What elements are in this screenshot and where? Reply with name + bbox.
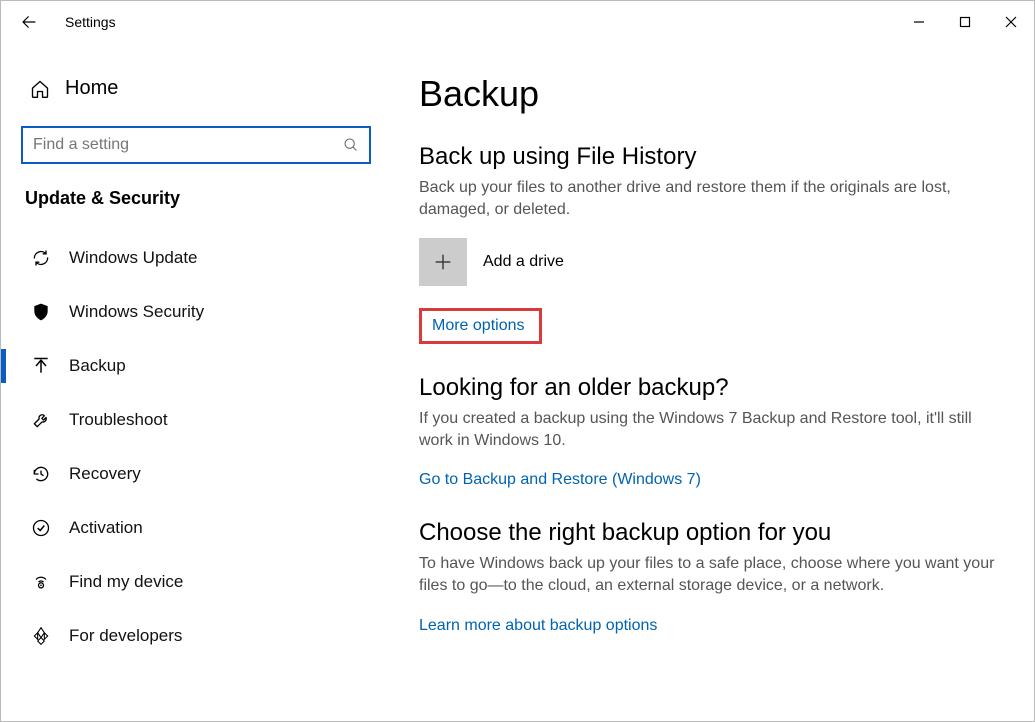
location-icon [27, 572, 55, 592]
minimize-button[interactable] [896, 1, 942, 43]
search-icon [343, 137, 359, 153]
sidebar-nav: Windows Update Windows Security Backup [21, 231, 371, 663]
sidebar-item-backup[interactable]: Backup [21, 339, 371, 393]
sidebar-item-windows-security[interactable]: Windows Security [21, 285, 371, 339]
sidebar-group-title: Update & Security [21, 188, 371, 209]
maximize-icon [959, 16, 971, 28]
learn-more-backup-link[interactable]: Learn more about backup options [419, 617, 657, 635]
sidebar-item-label: Find my device [69, 572, 183, 592]
section-title-choose-option: Choose the right backup option for you [419, 519, 998, 547]
sidebar-item-activation[interactable]: Activation [21, 501, 371, 555]
section-desc-older-backup: If you created a backup using the Window… [419, 408, 998, 451]
section-desc-choose-option: To have Windows back up your files to a … [419, 553, 998, 596]
sidebar-item-find-my-device[interactable]: Find my device [21, 555, 371, 609]
shield-icon [27, 302, 55, 322]
wrench-icon [27, 410, 55, 430]
home-icon [27, 79, 53, 99]
more-options-highlight: More options [419, 308, 542, 344]
add-drive-button[interactable]: Add a drive [419, 238, 998, 286]
sync-icon [27, 248, 55, 268]
main-panel: Backup Back up using File History Back u… [391, 43, 1034, 721]
history-icon [27, 464, 55, 484]
check-circle-icon [27, 518, 55, 538]
home-label: Home [65, 77, 118, 100]
sidebar-item-label: Troubleshoot [69, 410, 168, 430]
home-button[interactable]: Home [21, 69, 371, 108]
section-desc-file-history: Back up your files to another drive and … [419, 177, 998, 220]
sidebar-item-label: Activation [69, 518, 143, 538]
sidebar-item-label: Windows Update [69, 248, 198, 268]
sidebar-item-label: For developers [69, 626, 182, 646]
sidebar-item-label: Recovery [69, 464, 141, 484]
search-box[interactable] [21, 126, 371, 164]
close-icon [1005, 16, 1017, 28]
sidebar: Home Update & Security Windows Update [1, 43, 391, 721]
sidebar-item-label: Windows Security [69, 302, 204, 322]
backup-restore-win7-link[interactable]: Go to Backup and Restore (Windows 7) [419, 471, 701, 489]
settings-window: Settings Home [0, 0, 1035, 722]
add-drive-label: Add a drive [483, 253, 564, 271]
page-title: Backup [419, 73, 998, 115]
window-title: Settings [65, 14, 116, 30]
plus-icon [419, 238, 467, 286]
backup-icon [27, 356, 55, 376]
developers-icon [27, 626, 55, 646]
section-title-file-history: Back up using File History [419, 143, 998, 171]
more-options-link[interactable]: More options [432, 317, 525, 335]
sidebar-item-troubleshoot[interactable]: Troubleshoot [21, 393, 371, 447]
sidebar-item-label: Backup [69, 356, 126, 376]
titlebar: Settings [1, 1, 1034, 43]
section-title-older-backup: Looking for an older backup? [419, 374, 998, 402]
sidebar-item-for-developers[interactable]: For developers [21, 609, 371, 663]
maximize-button[interactable] [942, 1, 988, 43]
content-area: Home Update & Security Windows Update [1, 43, 1034, 721]
close-button[interactable] [988, 1, 1034, 43]
arrow-left-icon [20, 13, 38, 31]
sidebar-item-recovery[interactable]: Recovery [21, 447, 371, 501]
minimize-icon [913, 16, 925, 28]
back-button[interactable] [7, 1, 51, 43]
sidebar-item-windows-update[interactable]: Windows Update [21, 231, 371, 285]
search-input[interactable] [33, 136, 343, 154]
